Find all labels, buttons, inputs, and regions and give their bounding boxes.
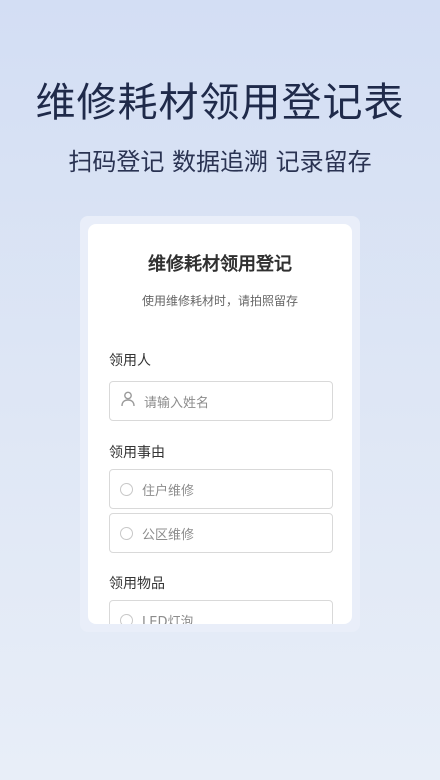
form-description: 使用维修耗材时，请拍照留存: [141, 294, 298, 308]
item-option-led-bulb[interactable]: LED灯泡: [109, 600, 333, 624]
items-label: 领用物品: [109, 576, 165, 592]
reason-option-label: 公区维修: [142, 527, 195, 543]
item-option-label: LED灯泡: [142, 614, 194, 625]
user-icon: [121, 391, 135, 411]
hero-subtitle: 扫码登记 数据追溯 记录留存: [68, 148, 372, 176]
reason-label: 领用事由: [109, 445, 165, 461]
radio-circle-icon: [120, 482, 133, 496]
recipient-name-input[interactable]: 请输入姓名: [109, 381, 333, 421]
hero-title: 维修耗材领用登记表: [35, 80, 405, 126]
reason-option-resident-repair[interactable]: 住户维修: [109, 469, 333, 509]
form-title: 维修耗材领用登记: [148, 254, 292, 275]
radio-circle-icon: [120, 613, 133, 624]
reason-option-public-repair[interactable]: 公区维修: [109, 513, 333, 553]
recipient-name-placeholder: 请输入姓名: [144, 395, 210, 411]
reason-option-label: 住户维修: [142, 483, 195, 499]
form-card: 维修耗材领用登记 使用维修耗材时，请拍照留存 领用人 请输入姓名 领用事由 住户…: [88, 224, 352, 624]
recipient-label: 领用人: [109, 353, 151, 369]
radio-circle-icon: [120, 526, 133, 540]
